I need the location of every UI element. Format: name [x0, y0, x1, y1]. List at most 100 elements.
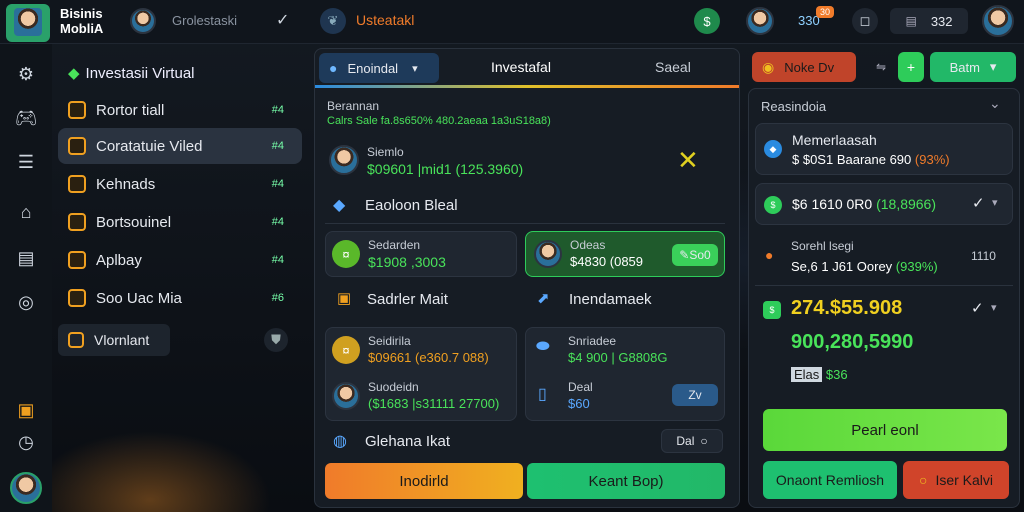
chevron-down-icon[interactable]: ⌄ [989, 95, 1001, 112]
coin-icon: ◉ [762, 58, 775, 75]
secondary-green-label: Onaont Remliosh [775, 472, 885, 488]
nav-item-4[interactable]: Bortsouinel #4 [58, 204, 302, 240]
brand-line1: Bisinis [60, 6, 103, 21]
nav-item-5[interactable]: Aplbay #4 [58, 242, 302, 278]
card-d2-value: $60 [568, 396, 590, 411]
money-icon[interactable]: $ [694, 8, 720, 34]
swap-icon[interactable]: ⇋ [876, 60, 886, 74]
wallet-icon[interactable]: ▣ [14, 398, 38, 422]
card-a-title: Sedarden [368, 238, 421, 252]
nav-title-text: Investasii Virtual [85, 65, 195, 82]
right-item-1[interactable]: ◆ Memerlaasah $ $0S1 Baarane 690 (93%) [755, 123, 1013, 175]
nav-item-label: Bortsouinel [96, 213, 172, 231]
primary-orange-label: Inodirld [399, 472, 449, 490]
brand-line2: MobliA [60, 21, 104, 36]
bottom-dropdown[interactable]: Dal ○ [661, 429, 723, 453]
secondary-red-button[interactable]: ○ Iser Kalvi [903, 461, 1009, 499]
globe-icon: ◍ [333, 433, 347, 450]
home-icon[interactable]: ⌂ [14, 200, 38, 224]
primary-green-label: Keant Bop) [588, 472, 664, 490]
item1-pct: (93%) [914, 152, 950, 167]
main-action-button[interactable]: Pearl eonl [763, 409, 1007, 451]
tag-label: Elas [791, 367, 823, 382]
check-icon[interactable]: ✓ [971, 299, 984, 317]
nav-item-2[interactable]: Coratatuie Viled #4 [58, 128, 302, 164]
item1-value: $ $0S1 Baarane 690 [792, 152, 912, 167]
primary-orange-button[interactable]: Inodirld [325, 463, 523, 499]
nav-item-count: #6 [271, 292, 284, 304]
right-item-2[interactable]: $ $6 1610 0R0 (18,8966) ✓ ▾ [755, 183, 1013, 225]
nav-item-1[interactable]: Rortor tiall #4 [58, 92, 302, 128]
big-value-2: 900,280,5990 [791, 331, 914, 353]
card-c[interactable]: ¤ Seidirila $09661 (e360.7 088) Suodeidn… [325, 327, 517, 421]
tab-dropdown[interactable]: ● Enoindal ▾ [319, 53, 439, 83]
check-icon[interactable]: ✓ [276, 10, 289, 30]
tab-dropdown-label: Enoindal [347, 60, 399, 76]
card-d[interactable]: ⬬ Snriadee $4 900 | G8808G ▯ Deal $60 Zv [525, 327, 725, 421]
nav-item-3[interactable]: Kehnads #4 [58, 166, 302, 202]
box-icon [68, 251, 86, 269]
chat-icon[interactable]: ◻ [852, 8, 878, 34]
chevron-down-icon[interactable]: ▾ [992, 196, 998, 209]
card-b-value: $4830 (0859 [570, 254, 644, 269]
notification-badge: 30 [816, 6, 835, 18]
check-icon[interactable]: ✓ [972, 194, 985, 212]
clock-icon[interactable]: ◷ [14, 430, 38, 454]
card-b[interactable]: Odeas $4830 (0859 ✎ So0 [525, 231, 725, 277]
primary-green-button[interactable]: Keant Bop) [527, 463, 725, 499]
profile-avatar[interactable] [746, 7, 774, 35]
top-bar: Bisinis MobliA Grolestaski ✓ ❦ Usteatakl … [0, 0, 1024, 44]
nav-item-count: #4 [271, 140, 284, 152]
noke-button[interactable]: ◉ Noke Dv [752, 52, 856, 82]
shield-icon[interactable]: ⛊ [264, 328, 288, 352]
close-icon[interactable]: ✕ [677, 145, 699, 176]
chevron-down-icon[interactable]: ▾ [991, 301, 997, 314]
mid-right-label: Inendamaek [569, 291, 652, 308]
box-icon: ▣ [337, 290, 352, 307]
list-icon[interactable]: ☰ [14, 150, 38, 174]
nav-item-label: Kehnads [96, 175, 156, 193]
nav-item-6[interactable]: Soo Uac Mia #6 [58, 280, 302, 316]
item1-title: Memerlaasah [792, 132, 877, 148]
section-sub: Calrs Sale fa.8s650% 480.2aeaa 1a3uS18a8… [327, 115, 551, 127]
target-icon[interactable]: ◎ [14, 290, 38, 314]
tab-active[interactable]: Investafal [491, 59, 551, 75]
chevron-down-icon: ▾ [412, 62, 418, 75]
tab-indicator [315, 85, 739, 88]
card-b-avatar [534, 240, 562, 268]
nav-title: ◆ Investasii Virtual [68, 64, 195, 82]
nav-item-count: #4 [271, 254, 284, 266]
card-a[interactable]: ¤ Sedarden $1908 ,3003 [325, 231, 517, 277]
row-avatar [329, 145, 359, 175]
brand-name: Bisinis MobliA [60, 6, 103, 36]
add-button[interactable]: + [898, 52, 924, 82]
nav-special-item[interactable]: Vlornlant [58, 324, 170, 356]
app-logo[interactable] [6, 4, 50, 42]
section-label: Berannan [327, 99, 380, 113]
document-icon[interactable]: ▤ [14, 246, 38, 270]
tab-third[interactable]: Saeal [655, 59, 691, 75]
user-avatar[interactable] [130, 8, 156, 34]
card-b-title: Odeas [570, 238, 606, 252]
status-pill[interactable]: ▤ 332 [890, 8, 968, 34]
leaf-icon[interactable]: ❦ [320, 8, 346, 34]
nav-item-count: #4 [271, 104, 284, 116]
batm-dropdown[interactable]: Batm ▾ [930, 52, 1016, 82]
secondary-green-button[interactable]: Onaont Remliosh [763, 461, 897, 499]
noke-label: Noke Dv [784, 59, 835, 75]
bottom-dropdown-label: Dal [676, 434, 695, 448]
gear-icon[interactable]: ⚙ [14, 62, 38, 86]
card-d2-button[interactable]: Zv [672, 384, 718, 406]
search-text[interactable]: Grolestaski [172, 13, 237, 28]
nav-item-label: Aplbay [96, 251, 142, 269]
card-b-button[interactable]: ✎ So0 [672, 244, 718, 266]
bottom-avatar[interactable] [10, 472, 42, 504]
tool-icon: ⬈ [537, 290, 550, 307]
header-title: Usteatakl [356, 12, 415, 28]
dot-icon: ● [765, 247, 774, 263]
right-panel-title: Reasindoia [761, 99, 827, 114]
account-avatar[interactable] [982, 5, 1014, 37]
icon-sidebar: ⚙ 🎮︎ ☰ ⌂ ▤ ◎ ▣ ◷ [0, 44, 52, 512]
card-a-value: $1908 ,3003 [368, 254, 446, 270]
gamepad-icon[interactable]: 🎮︎ [14, 106, 38, 130]
